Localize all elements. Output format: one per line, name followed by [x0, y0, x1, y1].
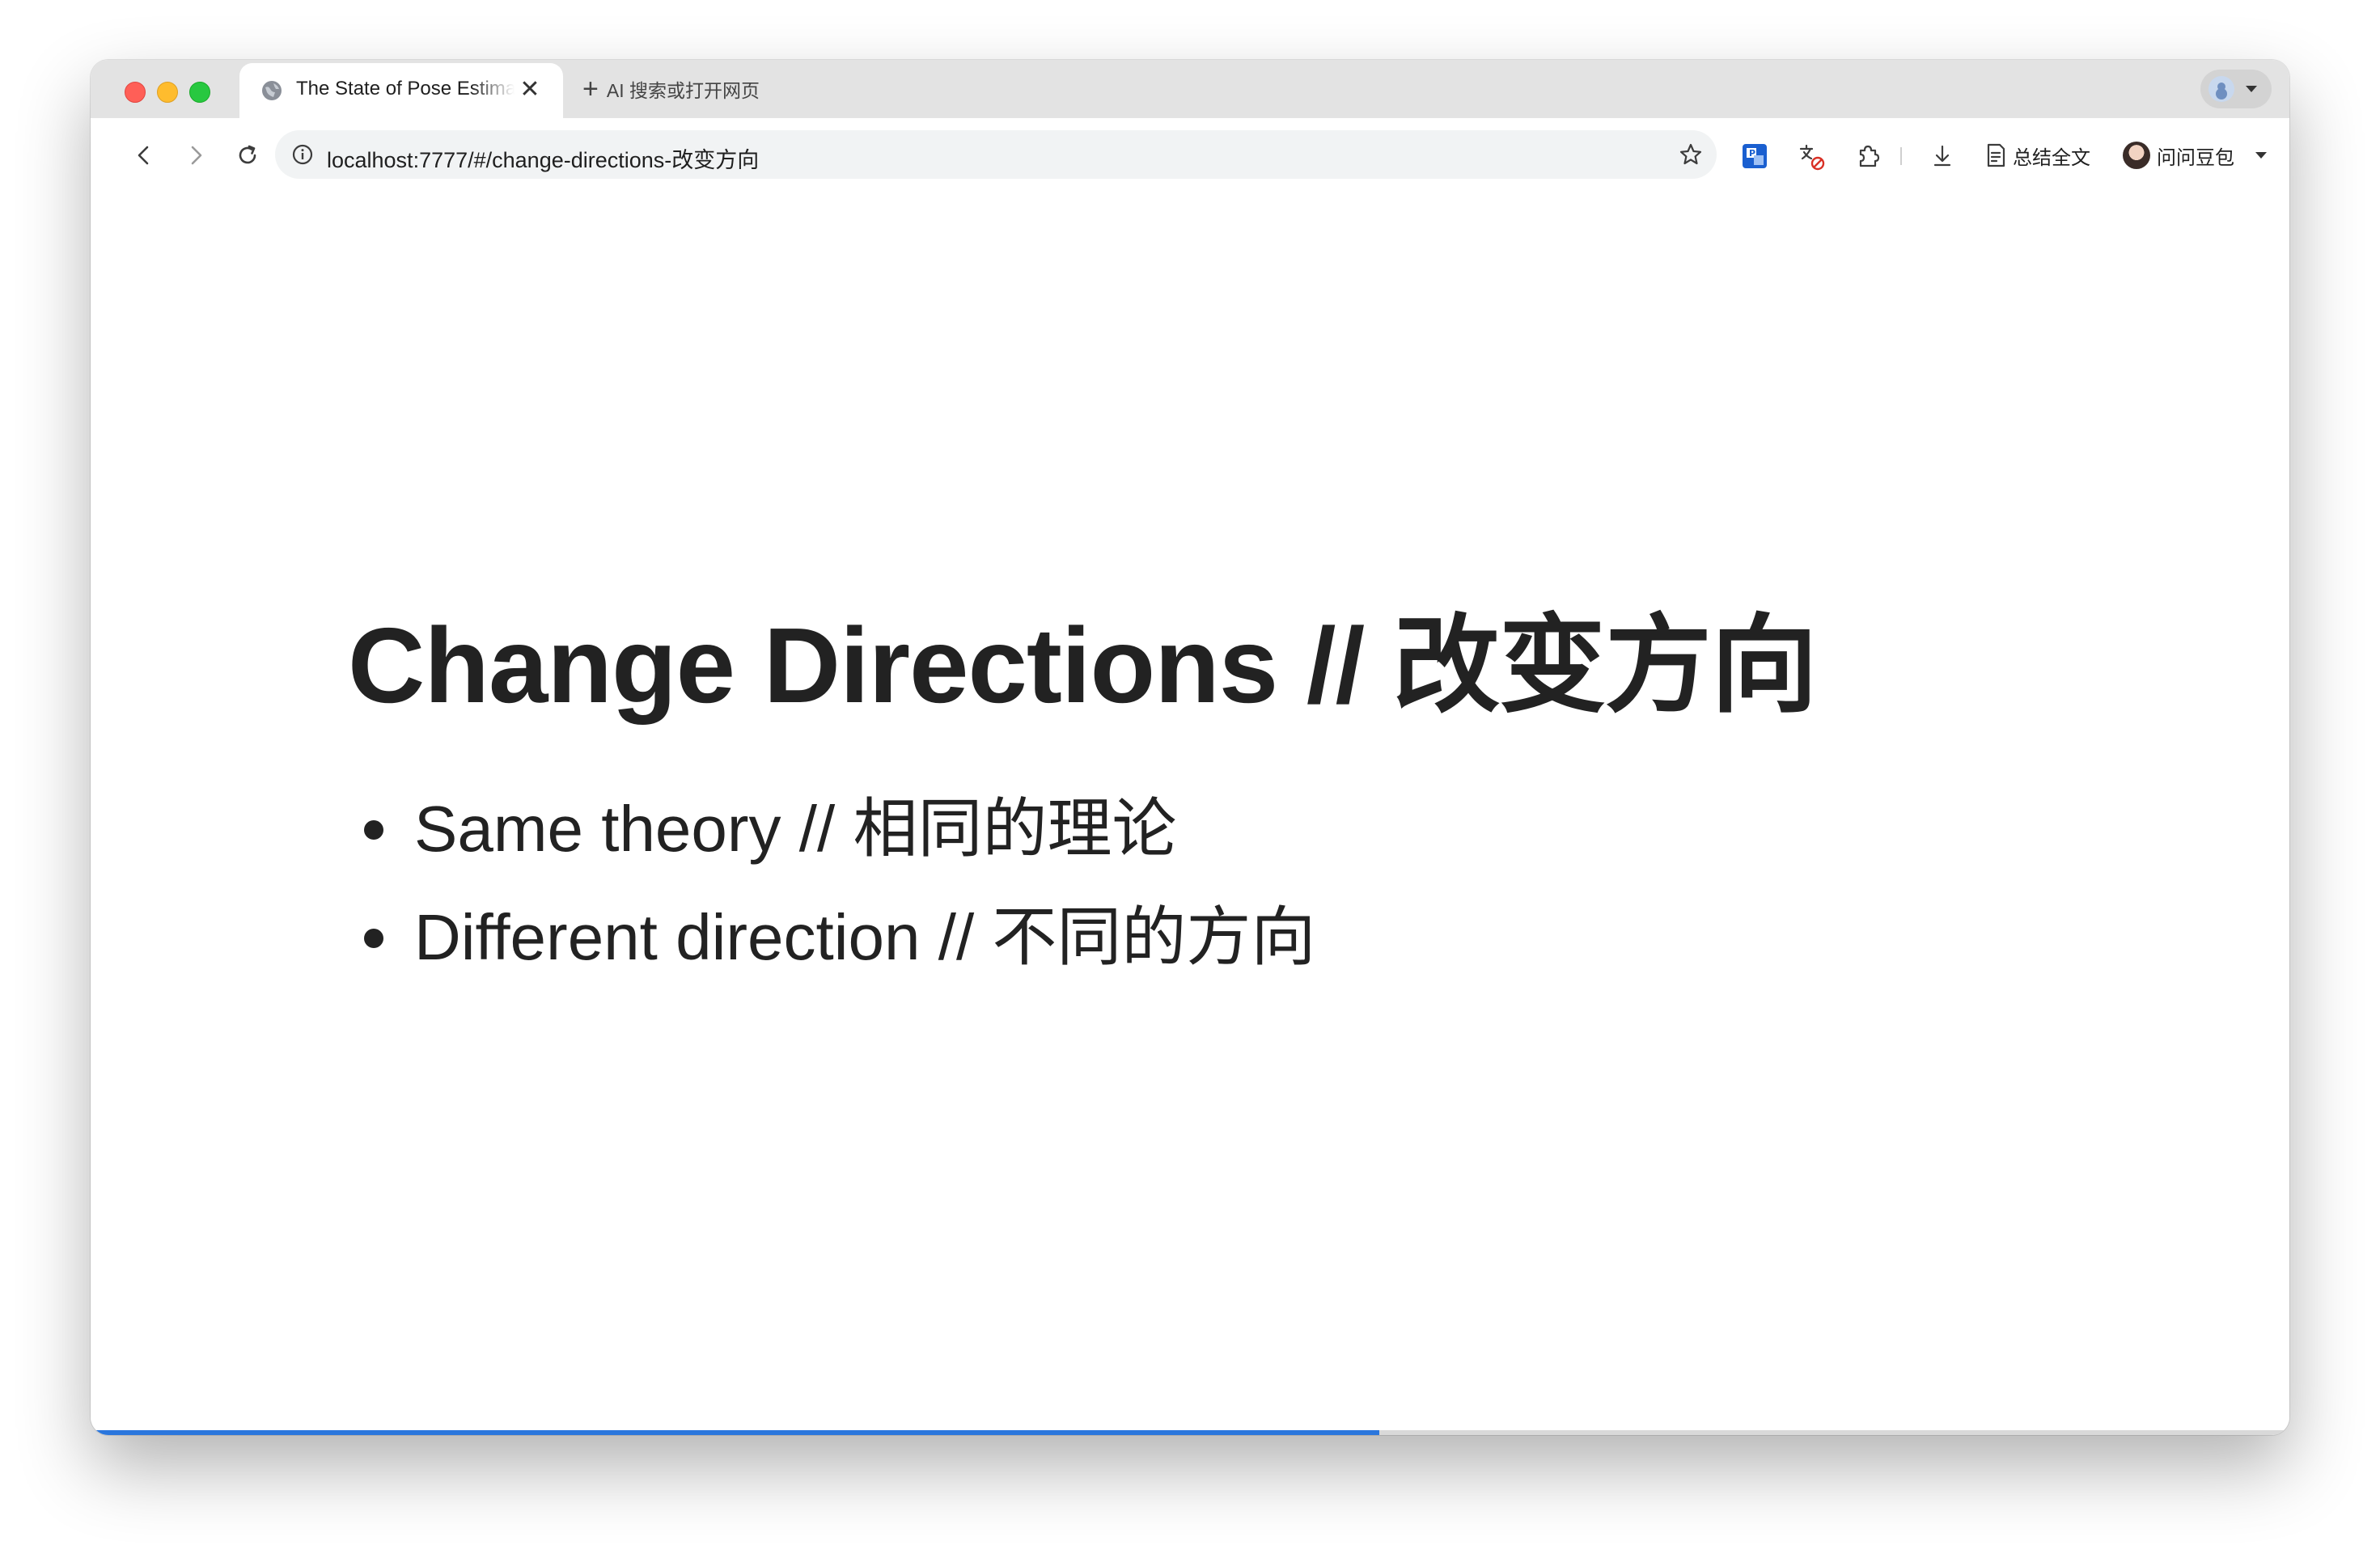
new-tab-label: AI 搜索或打开网页 — [606, 80, 760, 101]
bullet-marker — [364, 820, 383, 840]
globe-icon — [262, 81, 282, 100]
slide-title: Change Directions // 改变方向 — [348, 606, 1818, 725]
slide-progress-bar — [91, 1430, 2289, 1435]
ask-doubao-label: 问问豆包 — [2157, 146, 2234, 169]
tab-title: The State of Pose Estimation — [296, 78, 515, 99]
slide-viewport: Change Directions // 改变方向 Same theory //… — [91, 193, 2289, 1435]
forward-arrow-icon — [191, 146, 202, 165]
puzzle-icon[interactable] — [1853, 141, 1883, 171]
summarize-page-button[interactable]: 总结全文 — [1984, 141, 2090, 170]
browser-window: The State of Pose Estimation ✕ + AI 搜索或打… — [91, 60, 2289, 1435]
new-tab-button[interactable]: + AI 搜索或打开网页 — [582, 74, 760, 104]
tab-active[interactable]: The State of Pose Estimation ✕ — [239, 63, 563, 118]
info-icon[interactable] — [291, 143, 314, 166]
chevron-down-icon — [2246, 86, 2257, 92]
back-arrow-icon — [138, 146, 149, 165]
summarize-label: 总结全文 — [2013, 146, 2090, 169]
bullet-text: Different direction // 不同的方向 — [414, 901, 1316, 973]
svg-text:P: P — [1749, 148, 1755, 159]
browser-toolbar: localhost:7777/#/change-directions-改变方向 … — [91, 118, 2289, 193]
translate-blocked-icon[interactable] — [1796, 141, 1827, 171]
reload-icon — [239, 145, 256, 164]
slide-progress-fill — [91, 1430, 1379, 1435]
bullet-list: Same theory // 相同的理论 Different direction… — [364, 775, 1315, 992]
chevron-down-icon[interactable] — [2255, 152, 2267, 159]
bullet-marker — [364, 929, 383, 948]
bullet-text: Same theory // 相同的理论 — [414, 793, 1177, 865]
plus-icon: + — [582, 74, 599, 104]
document-icon — [1987, 143, 2005, 167]
profile-menu-button[interactable] — [2200, 70, 2272, 108]
ask-doubao-button[interactable]: 问问豆包 — [2123, 138, 2267, 173]
tab-strip: The State of Pose Estimation ✕ + AI 搜索或打… — [91, 60, 2289, 118]
url-text[interactable]: localhost:7777/#/change-directions-改变方向 — [327, 142, 759, 174]
zoom-window-button[interactable] — [189, 82, 210, 103]
bookmark-star-icon[interactable] — [1678, 142, 1704, 167]
toolbar-divider — [1900, 147, 1902, 165]
address-bar[interactable]: localhost:7777/#/change-directions-改变方向 — [275, 130, 1717, 179]
close-window-button[interactable] — [125, 82, 146, 103]
close-tab-icon[interactable]: ✕ — [516, 76, 544, 104]
list-item: Different direction // 不同的方向 — [364, 883, 1315, 992]
list-item: Same theory // 相同的理论 — [364, 775, 1315, 883]
translate-extension-icon[interactable]: P — [1739, 141, 1770, 171]
forward-button[interactable] — [180, 139, 212, 171]
minimize-window-button[interactable] — [157, 82, 178, 103]
download-icon[interactable] — [1927, 141, 1958, 171]
doubao-avatar-icon — [2123, 142, 2150, 169]
reload-button[interactable] — [231, 139, 264, 171]
profile-avatar-icon — [2208, 76, 2234, 102]
back-button[interactable] — [128, 139, 160, 171]
